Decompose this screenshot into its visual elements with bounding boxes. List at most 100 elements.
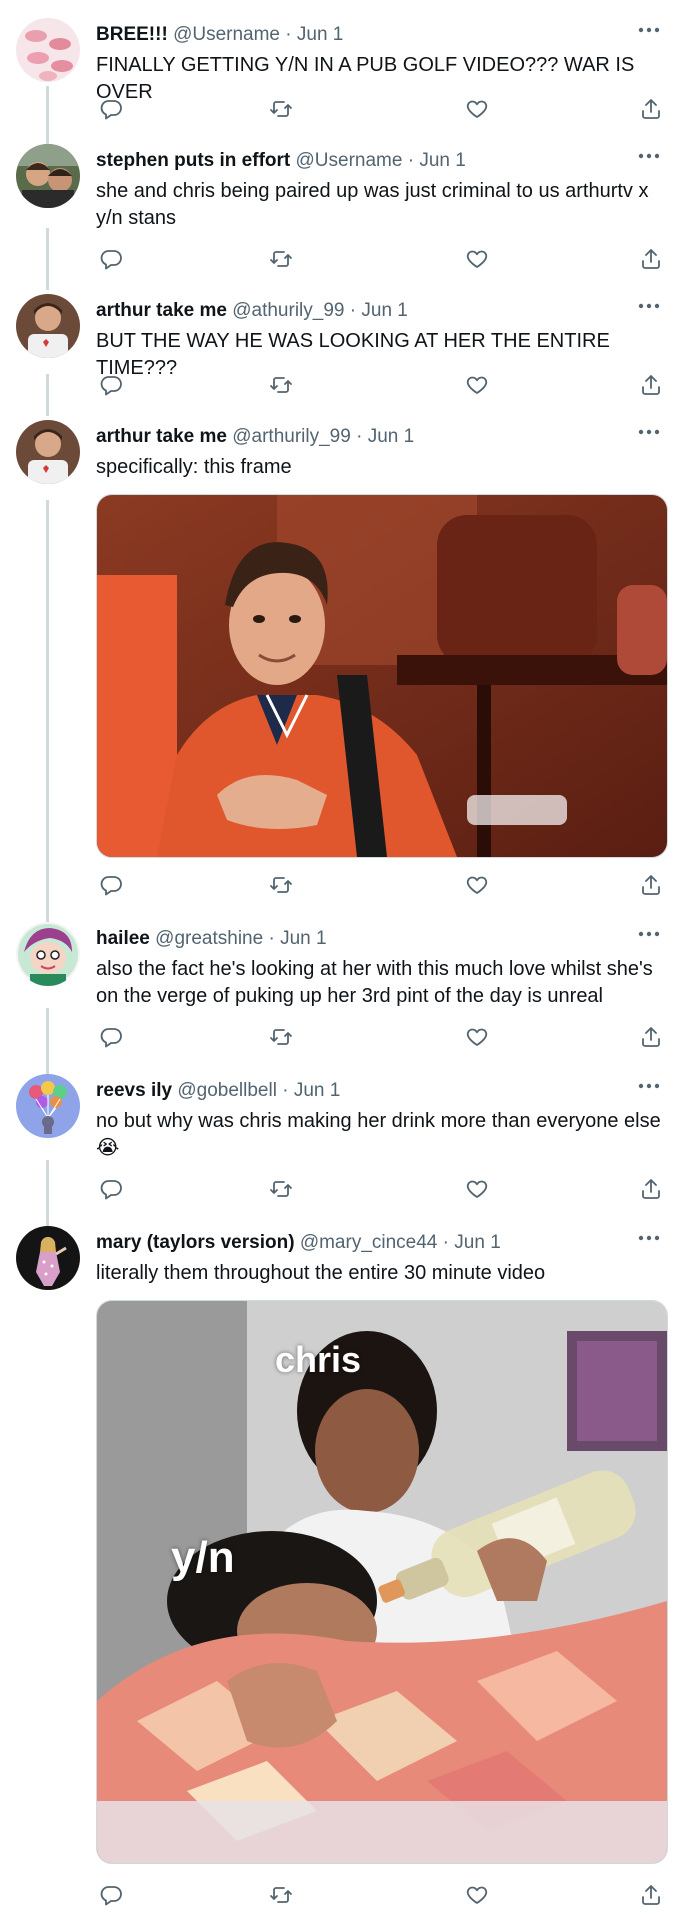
reply-icon[interactable] — [96, 370, 126, 400]
tweet[interactable]: mary (taylors version) @mary_cince44 · J… — [0, 1220, 678, 1920]
cartoon-avatar[interactable] — [16, 922, 80, 986]
performer-avatar[interactable] — [16, 1226, 80, 1290]
share-icon[interactable] — [636, 94, 666, 124]
more-options-icon[interactable] — [634, 18, 664, 42]
tweet-header: arthur take me @arthurily_99 · Jun 1 — [96, 422, 414, 452]
tweet-actions — [96, 1174, 666, 1204]
tweet-header: hailee @greatshine · Jun 1 — [96, 924, 327, 954]
tweet-header: arthur take me @athurily_99 · Jun 1 — [96, 296, 408, 326]
tweet-text: literally them throughout the entire 30 … — [96, 1262, 546, 1284]
person-avatar[interactable] — [16, 420, 80, 484]
tweet-actions — [96, 370, 666, 400]
reply-icon[interactable] — [96, 1174, 126, 1204]
meme-photo[interactable]: chris y/n — [96, 1300, 668, 1864]
like-icon[interactable] — [462, 94, 492, 124]
tweet-actions — [96, 870, 666, 900]
tweet[interactable]: arthur take me @arthurily_99 · Jun 1 spe… — [0, 414, 678, 908]
username-handle[interactable]: @mary_cince44 — [300, 1232, 438, 1253]
tweet-date[interactable]: Jun 1 — [294, 1080, 340, 1101]
share-icon[interactable] — [636, 870, 666, 900]
separator-dot: · — [349, 300, 357, 321]
reply-icon[interactable] — [96, 244, 126, 274]
like-icon[interactable] — [462, 1022, 492, 1052]
tweet-thread: BREE!!! @Username · Jun 1 FINALLY GETTIN… — [0, 0, 678, 1920]
retweet-icon[interactable] — [266, 1022, 296, 1052]
crying-emoji: 😭 — [96, 1137, 120, 1159]
share-icon[interactable] — [636, 370, 666, 400]
display-name[interactable]: arthur take me — [96, 426, 227, 447]
reply-icon[interactable] — [96, 94, 126, 124]
tweet-date[interactable]: Jun 1 — [368, 426, 414, 447]
retweet-icon[interactable] — [266, 370, 296, 400]
retweet-icon[interactable] — [266, 244, 296, 274]
tweet[interactable]: hailee @greatshine · Jun 1 also the fact… — [0, 916, 678, 1062]
lips-avatar[interactable] — [16, 18, 80, 82]
tweet-date[interactable]: Jun 1 — [280, 928, 326, 949]
separator-dot: · — [442, 1232, 449, 1253]
tweet-actions — [96, 1880, 666, 1910]
display-name[interactable]: hailee — [96, 928, 150, 949]
tweet-actions — [96, 244, 666, 274]
tweet-date[interactable]: Jun 1 — [454, 1232, 500, 1253]
like-icon[interactable] — [462, 244, 492, 274]
username-handle[interactable]: @Username — [173, 24, 280, 45]
tweet-date[interactable]: Jun 1 — [297, 24, 343, 45]
separator-dot: · — [268, 928, 275, 949]
tweet-header: mary (taylors version) @mary_cince44 · J… — [96, 1228, 501, 1258]
display-name[interactable]: BREE!!! — [96, 24, 168, 45]
tweet-date[interactable]: Jun 1 — [361, 300, 407, 321]
tweet-actions — [96, 1022, 666, 1052]
tweet-date[interactable]: Jun 1 — [419, 150, 465, 171]
more-options-icon[interactable] — [634, 1074, 664, 1098]
retweet-icon[interactable] — [266, 870, 296, 900]
reply-icon[interactable] — [96, 1880, 126, 1910]
display-name[interactable]: arthur take me — [96, 300, 227, 321]
like-icon[interactable] — [462, 1174, 492, 1204]
display-name[interactable]: mary (taylors version) — [96, 1232, 295, 1253]
username-handle[interactable]: @athurily_99 — [232, 300, 344, 321]
share-icon[interactable] — [636, 1022, 666, 1052]
like-icon[interactable] — [462, 870, 492, 900]
username-handle[interactable]: @gobellbell — [177, 1080, 277, 1101]
share-icon[interactable] — [636, 1174, 666, 1204]
tweet-header: reevs ily @gobellbell · Jun 1 — [96, 1076, 340, 1106]
username-handle[interactable]: @Username — [296, 150, 403, 171]
tweet-text: she and chris being paired up was just c… — [96, 180, 649, 229]
more-options-icon[interactable] — [634, 294, 664, 318]
tweet-header: BREE!!! @Username · Jun 1 — [96, 20, 343, 50]
tweet[interactable]: reevs ily @gobellbell · Jun 1 no but why… — [0, 1068, 678, 1214]
like-icon[interactable] — [462, 1880, 492, 1910]
tweet-text-container: no but why was chris making her drink mo… — [96, 1108, 666, 1162]
tweet-text: no but why was chris making her drink mo… — [96, 1110, 661, 1132]
like-icon[interactable] — [462, 370, 492, 400]
person-avatar[interactable] — [16, 294, 80, 358]
tweet-actions — [96, 94, 666, 124]
more-options-icon[interactable] — [634, 144, 664, 168]
retweet-icon[interactable] — [266, 1174, 296, 1204]
display-name[interactable]: reevs ily — [96, 1080, 172, 1101]
reply-icon[interactable] — [96, 1022, 126, 1052]
username-handle[interactable]: @arthurily_99 — [232, 426, 351, 447]
more-options-icon[interactable] — [634, 420, 664, 444]
tweet[interactable]: arthur take me @athurily_99 · Jun 1 BUT … — [0, 288, 678, 408]
tweet-photo[interactable] — [96, 494, 668, 858]
retweet-icon[interactable] — [266, 1880, 296, 1910]
tweet-header: stephen puts in effort @Username · Jun 1 — [96, 146, 466, 176]
username-handle[interactable]: @greatshine — [155, 928, 263, 949]
meme-label-chris: chris — [275, 1339, 362, 1380]
reply-icon[interactable] — [96, 870, 126, 900]
share-icon[interactable] — [636, 244, 666, 274]
separator-dot: · — [282, 1080, 289, 1101]
tweet-text: specifically: this frame — [96, 456, 292, 478]
tweet[interactable]: BREE!!! @Username · Jun 1 FINALLY GETTIN… — [0, 12, 678, 132]
more-options-icon[interactable] — [634, 1226, 664, 1250]
retweet-icon[interactable] — [266, 94, 296, 124]
two-people-avatar[interactable] — [16, 144, 80, 208]
separator-dot: · — [407, 150, 415, 171]
display-name[interactable]: stephen puts in effort — [96, 150, 290, 171]
share-icon[interactable] — [636, 1880, 666, 1910]
separator-dot: · — [356, 426, 363, 447]
balloons-avatar[interactable] — [16, 1074, 80, 1138]
tweet[interactable]: stephen puts in effort @Username · Jun 1… — [0, 138, 678, 284]
more-options-icon[interactable] — [634, 922, 664, 946]
